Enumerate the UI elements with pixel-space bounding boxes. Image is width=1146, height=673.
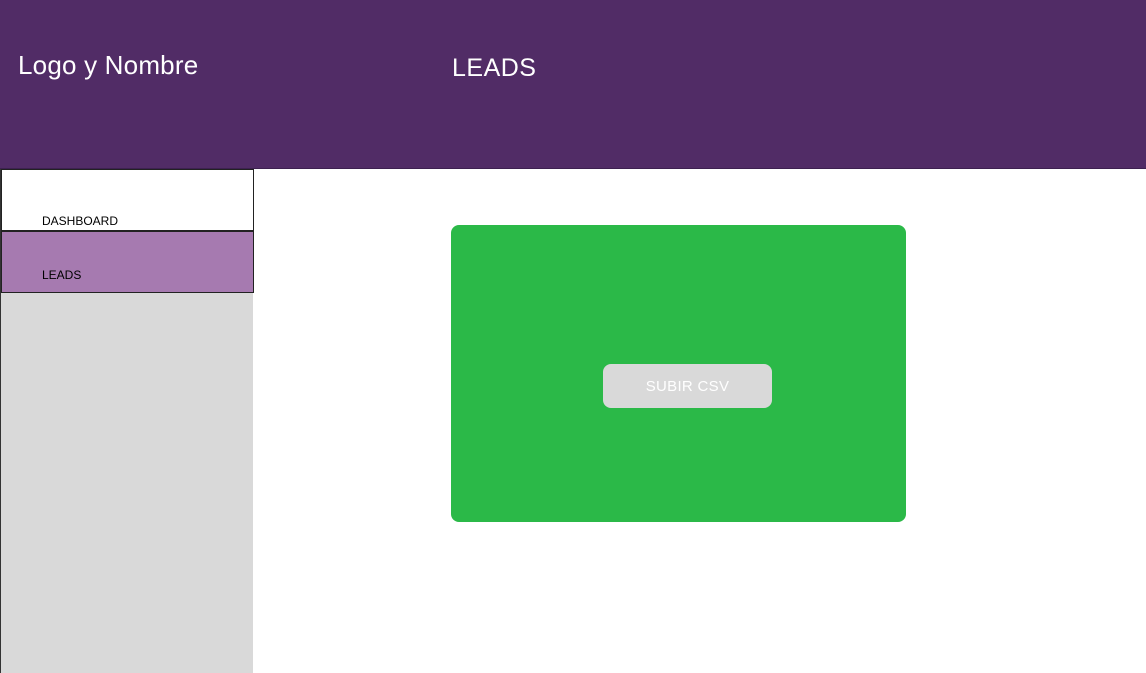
sidebar-item-dashboard[interactable]: DASHBOARD	[1, 169, 254, 231]
upload-csv-button[interactable]: SUBIR CSV	[603, 364, 772, 408]
upload-panel: SUBIR CSV	[451, 225, 906, 522]
sidebar-item-label: LEADS	[42, 268, 82, 282]
sidebar-item-label: DASHBOARD	[42, 214, 119, 228]
app-page: Logo y Nombre LEADS DASHBOARD LEADS SUBI…	[0, 0, 1146, 673]
top-header: Logo y Nombre LEADS	[0, 0, 1146, 169]
logo-name[interactable]: Logo y Nombre	[18, 50, 198, 81]
sidebar-item-leads[interactable]: LEADS	[1, 231, 254, 293]
page-title: LEADS	[452, 54, 537, 82]
sidebar: DASHBOARD LEADS	[0, 169, 254, 673]
